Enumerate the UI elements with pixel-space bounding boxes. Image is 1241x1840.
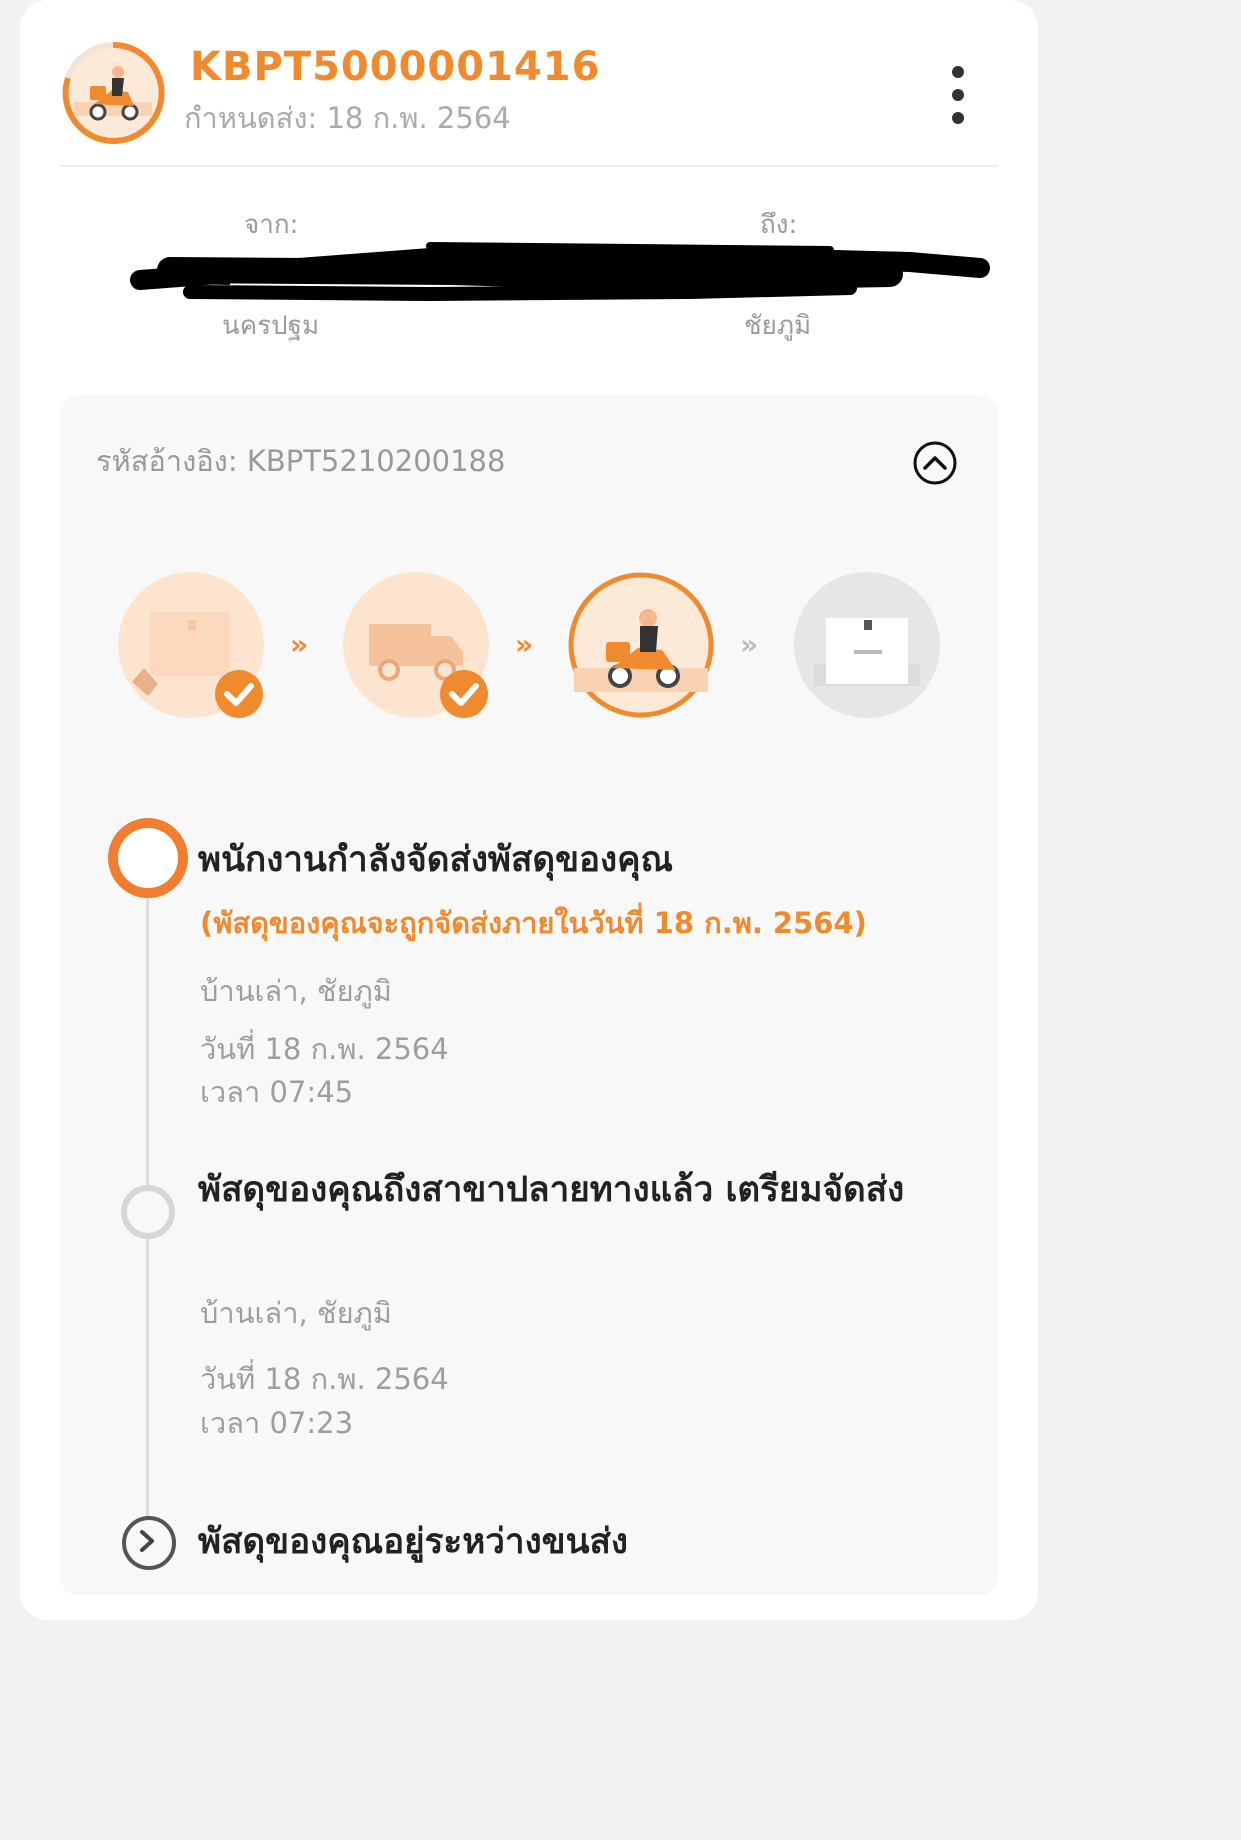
event-title: พนักงานกำลังจัดส่งพัสดุของคุณ: [198, 840, 674, 880]
origin-city: นครปฐม: [222, 311, 320, 341]
step-delivered-icon: [794, 572, 940, 718]
chevron-up-icon: [913, 441, 957, 485]
reference-number: รหัสอ้างอิง: KBPT5210200188: [96, 444, 506, 478]
event-location: บ้านเล่า, ชัยภูมิ: [200, 974, 392, 1008]
more-vertical-icon: [952, 66, 964, 78]
tracking-number: KBPT5000001416: [190, 44, 601, 90]
step-separator: »: [515, 628, 534, 661]
header-divider: [60, 165, 998, 167]
step-separator: »: [740, 628, 759, 661]
more-options-button[interactable]: [936, 60, 980, 130]
timeline-marker: [121, 1185, 175, 1239]
event-time: เวลา 07:45: [200, 1075, 354, 1109]
due-date: กำหนดส่ง: 18 ก.พ. 2564: [184, 101, 511, 135]
expand-events-button[interactable]: [122, 1516, 176, 1570]
svg-text:***: ***: [920, 252, 962, 285]
event-time: เวลา 07:23: [200, 1406, 354, 1440]
chevron-right-icon: [140, 1530, 154, 1552]
courier-avatar-icon: [60, 40, 166, 146]
destination-city: ชัยภูมิ: [744, 311, 812, 341]
event-date: วันที่ 18 ก.พ. 2564: [200, 1032, 449, 1066]
redacted-address-scribble: ***: [130, 232, 990, 308]
collapse-button[interactable]: [912, 440, 958, 486]
step-parcel-received-icon: [118, 572, 264, 718]
event-title: พัสดุของคุณถึงสาขาปลายทางแล้ว เตรียมจัดส…: [198, 1170, 905, 1210]
event-title: พัสดุของคุณอยู่ระหว่างขนส่ง: [198, 1522, 628, 1562]
event-delivery-note: (พัสดุของคุณจะถูกจัดส่งภายในวันที่ 18 ก.…: [200, 906, 867, 940]
timeline-marker-current: [108, 818, 188, 898]
step-out-for-delivery-icon: [568, 572, 714, 718]
step-separator: »: [290, 628, 309, 661]
step-in-transit-truck-icon: [343, 572, 489, 718]
event-date: วันที่ 18 ก.พ. 2564: [200, 1362, 449, 1396]
event-location: บ้านเล่า, ชัยภูมิ: [200, 1296, 392, 1330]
